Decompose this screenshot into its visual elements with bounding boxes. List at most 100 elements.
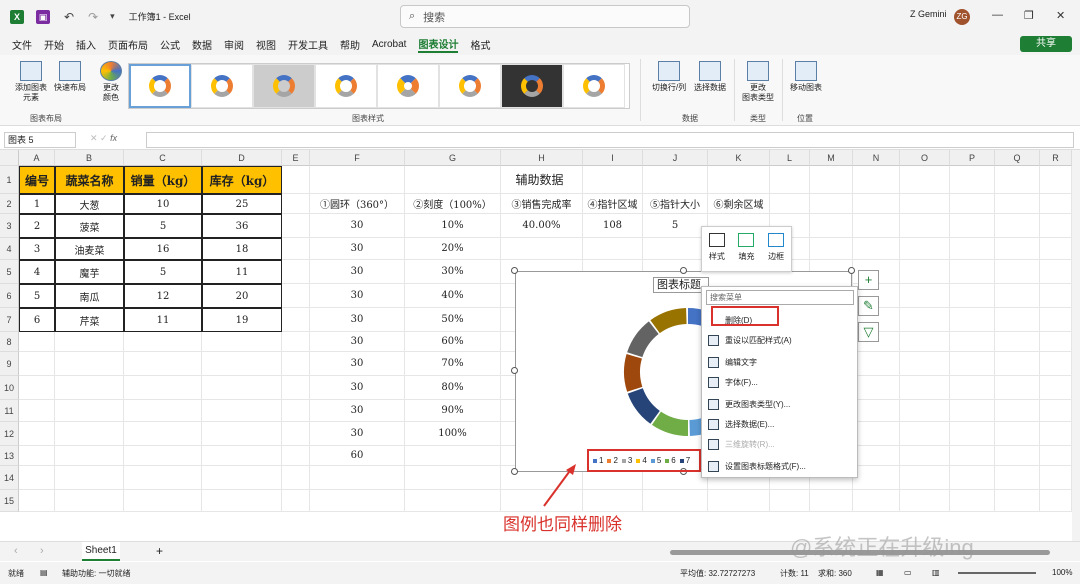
grid-cell[interactable] — [950, 466, 995, 490]
menu-tab-7[interactable]: 视图 — [256, 37, 276, 52]
aux-header-cell[interactable]: ⑥剩余区域 — [708, 194, 770, 214]
add-chart-element-button[interactable]: 添加图表 元素 — [14, 61, 48, 103]
grid-cell[interactable] — [124, 352, 202, 376]
grid-cell[interactable] — [1040, 490, 1072, 512]
name-box[interactable]: 图表 5 — [4, 132, 76, 148]
zoom-level[interactable]: 100% — [1052, 568, 1072, 577]
grid-cell[interactable] — [900, 308, 950, 332]
aux-header-cell[interactable]: ⑤指针大小 — [643, 194, 708, 214]
aux-g-cell[interactable]: 70% — [405, 352, 501, 376]
grid-cell[interactable] — [202, 332, 282, 352]
menu-tab-12[interactable]: 格式 — [470, 37, 490, 52]
close-icon[interactable]: ✕ — [1056, 9, 1065, 22]
grid-cell[interactable] — [853, 194, 900, 214]
grid-cell[interactable] — [950, 446, 995, 466]
aux-g-cell[interactable]: 30% — [405, 260, 501, 284]
column-header[interactable]: F — [310, 150, 405, 166]
row-header[interactable]: 6 — [0, 284, 19, 308]
grid-cell[interactable] — [995, 332, 1040, 352]
customize-quick-access-icon[interactable]: ▾ — [110, 11, 115, 22]
table-cell[interactable]: 11 — [124, 308, 202, 332]
table-cell[interactable]: 11 — [202, 260, 282, 284]
grid-cell[interactable] — [1040, 352, 1072, 376]
resize-handle-bl[interactable] — [511, 468, 518, 475]
restore-icon[interactable]: ❐ — [1024, 9, 1034, 22]
grid-cell[interactable] — [995, 466, 1040, 490]
column-header[interactable]: C — [124, 150, 202, 166]
grid-cell[interactable] — [55, 400, 124, 422]
column-header[interactable]: P — [950, 150, 995, 166]
grid-cell[interactable] — [995, 446, 1040, 466]
grid-cell[interactable] — [995, 422, 1040, 446]
fx-icon[interactable]: ✕ ✓ fx — [90, 133, 117, 144]
aux-f-cell[interactable]: 30 — [310, 376, 405, 400]
row-header[interactable]: 3 — [0, 214, 19, 238]
table-cell[interactable]: 20 — [202, 284, 282, 308]
grid-cell[interactable] — [900, 446, 950, 466]
aux-g-cell[interactable]: 100% — [405, 422, 501, 446]
legend-item[interactable]: 3 — [621, 456, 632, 465]
grid-cell[interactable] — [995, 214, 1040, 238]
aux-f-cell[interactable]: 30 — [310, 238, 405, 260]
column-header[interactable]: O — [900, 150, 950, 166]
aux-f-cell[interactable]: 30 — [310, 332, 405, 352]
save-icon[interactable]: ▣ — [36, 9, 50, 24]
context-menu-item[interactable]: 选择数据(E)... — [708, 419, 774, 430]
grid-cell[interactable] — [950, 308, 995, 332]
prev-sheet-icon[interactable]: ‹ — [14, 545, 18, 557]
table-header-cell[interactable]: 蔬菜名称 — [55, 166, 124, 194]
column-header[interactable]: G — [405, 150, 501, 166]
row-header[interactable]: 9 — [0, 352, 19, 376]
row-header[interactable]: 4 — [0, 238, 19, 260]
grid-cell[interactable] — [853, 466, 900, 490]
grid-cell[interactable] — [643, 238, 708, 260]
resize-handle-tc[interactable] — [680, 267, 687, 274]
grid-cell[interactable] — [1040, 194, 1072, 214]
row-header[interactable]: 8 — [0, 332, 19, 352]
grid-cell[interactable] — [282, 400, 310, 422]
column-header[interactable]: D — [202, 150, 282, 166]
donut-slice[interactable] — [624, 354, 643, 392]
grid-cell[interactable] — [900, 284, 950, 308]
context-menu-item[interactable]: 编辑文字 — [708, 357, 757, 368]
menu-tab-0[interactable]: 文件 — [12, 37, 32, 52]
column-header[interactable]: H — [501, 150, 583, 166]
grid-cell[interactable] — [282, 284, 310, 308]
grid-cell[interactable] — [643, 490, 708, 512]
grid-cell[interactable] — [853, 400, 900, 422]
donut-slice[interactable] — [627, 321, 659, 358]
page-break-icon[interactable]: ▥ — [932, 568, 940, 577]
grid-cell[interactable] — [282, 260, 310, 284]
aux-f-cell[interactable]: 60 — [310, 446, 405, 466]
table-header-cell[interactable]: 编号 — [19, 166, 55, 194]
grid-cell[interactable] — [950, 332, 995, 352]
grid-cell[interactable] — [950, 260, 995, 284]
switch-row-column-button[interactable]: 切换行/列 — [650, 61, 688, 93]
aux-g-cell[interactable]: 60% — [405, 332, 501, 352]
grid-cell[interactable] — [282, 194, 310, 214]
menu-tab-2[interactable]: 插入 — [76, 37, 96, 52]
grid-cell[interactable] — [1040, 376, 1072, 400]
grid-cell[interactable] — [282, 466, 310, 490]
sheet-tab-sheet1[interactable]: Sheet1 — [82, 542, 120, 561]
grid-cell[interactable] — [1040, 214, 1072, 238]
table-cell[interactable]: 菠菜 — [55, 214, 124, 238]
table-cell[interactable]: 19 — [202, 308, 282, 332]
row-header[interactable]: 12 — [0, 422, 19, 446]
grid-cell[interactable] — [282, 490, 310, 512]
chart-styles-gallery[interactable] — [128, 63, 630, 109]
grid-cell[interactable] — [900, 194, 950, 214]
resize-handle-tl[interactable] — [511, 267, 518, 274]
table-cell[interactable]: 10 — [124, 194, 202, 214]
grid-cell[interactable] — [124, 422, 202, 446]
row-header[interactable]: 11 — [0, 400, 19, 422]
aux-f-cell[interactable]: 30 — [310, 260, 405, 284]
grid-cell[interactable] — [1040, 166, 1072, 194]
menu-tab-6[interactable]: 审阅 — [224, 37, 244, 52]
aux-f-cell[interactable]: 30 — [310, 308, 405, 332]
grid-cell[interactable] — [282, 308, 310, 332]
grid-cell[interactable] — [900, 238, 950, 260]
table-cell[interactable]: 芹菜 — [55, 308, 124, 332]
chart-style-1[interactable] — [129, 64, 191, 108]
row-header[interactable]: 2 — [0, 194, 19, 214]
